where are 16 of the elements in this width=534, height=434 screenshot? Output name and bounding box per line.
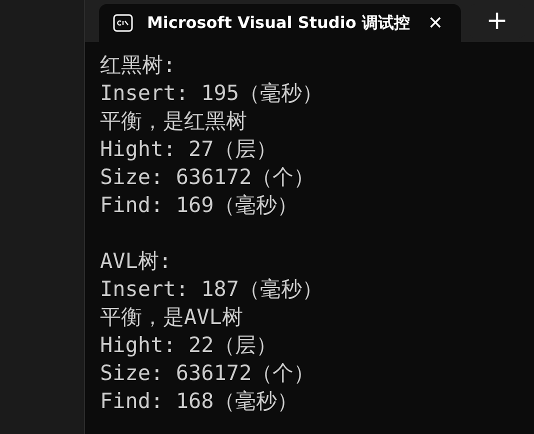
close-button[interactable]: ✕: [424, 12, 447, 34]
console-line: Size: 636172（个）: [100, 360, 316, 387]
console-line: 平衡，是AVL树: [100, 304, 244, 331]
console-line: Insert: 187（毫秒）: [100, 276, 324, 303]
console-line: 红黑树:: [100, 52, 177, 79]
tab-title: Microsoft Visual Studio 调试控: [147, 12, 410, 34]
console-line: Insert: 195（毫秒）: [100, 80, 324, 107]
console-line: AVL树:: [100, 248, 173, 275]
console-line: 平衡，是红黑树: [100, 108, 248, 135]
terminal-icon: [113, 14, 133, 32]
console-line: Hight: 27（层）: [100, 136, 278, 163]
console-line: Find: 169（毫秒）: [100, 192, 299, 219]
console-line: Hight: 22（层）: [100, 332, 278, 359]
console-line: Find: 168（毫秒）: [100, 388, 299, 415]
terminal-tab[interactable]: Microsoft Visual Studio 调试控 ✕: [99, 4, 461, 42]
console-line: Size: 636172（个）: [100, 164, 316, 191]
